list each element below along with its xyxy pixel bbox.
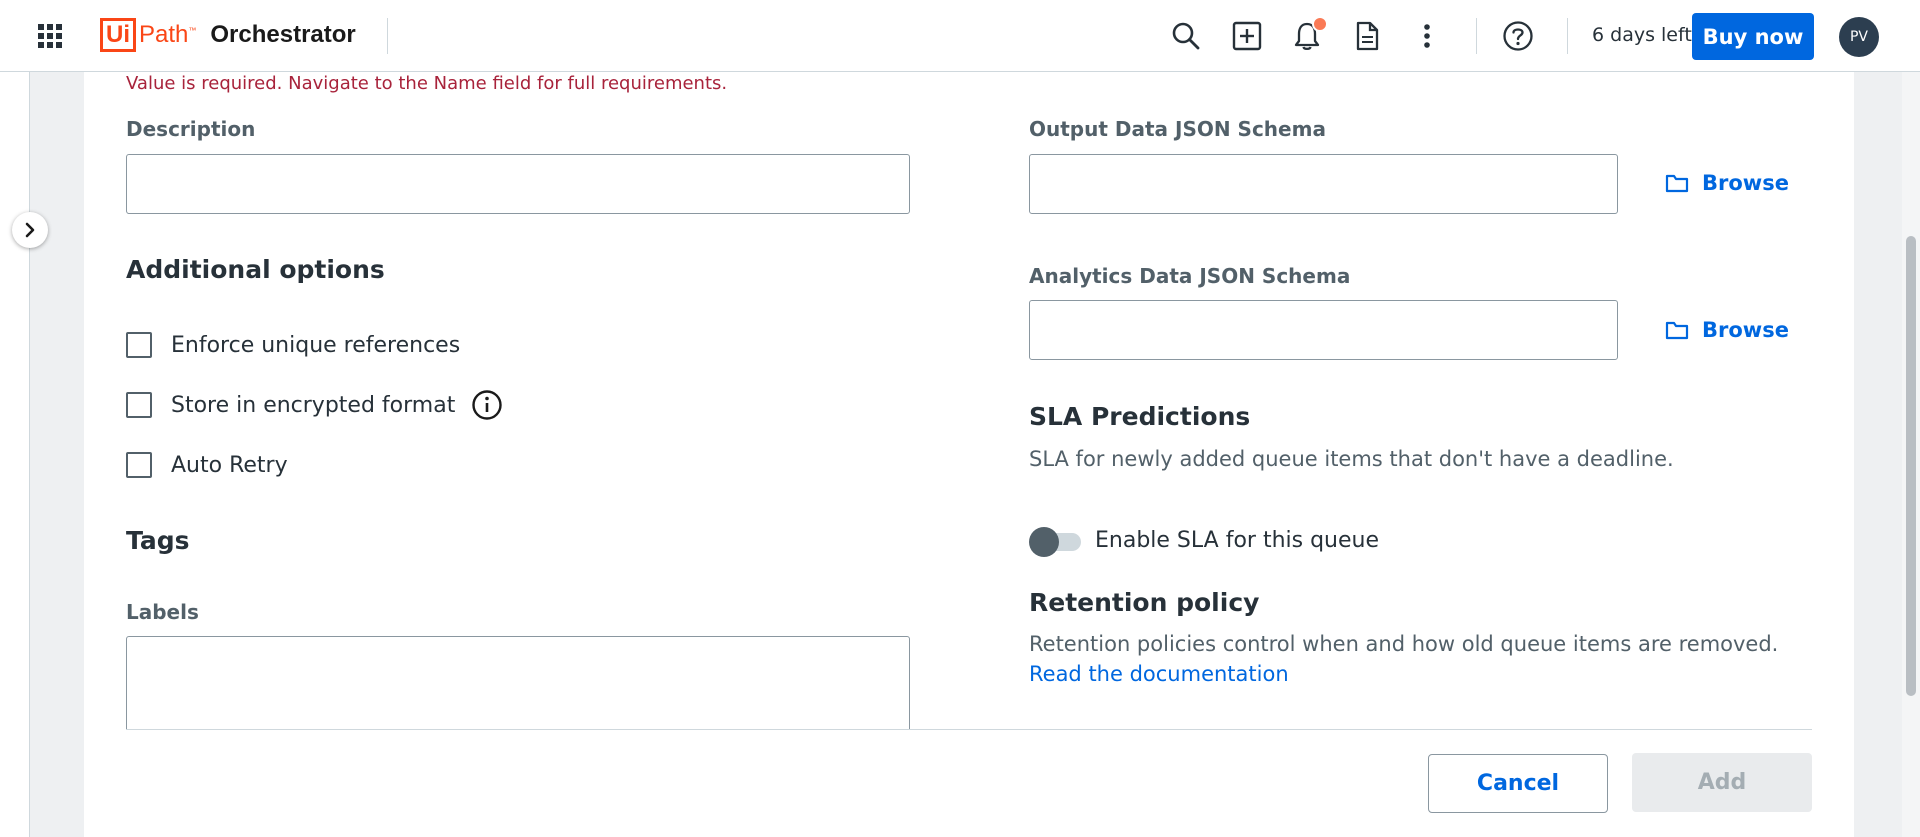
expand-sidebar-button[interactable] xyxy=(12,212,48,248)
footer-divider xyxy=(126,729,1812,730)
header-divider xyxy=(1567,18,1568,54)
description-input[interactable] xyxy=(126,154,910,214)
trial-days-left: 6 days left xyxy=(1592,24,1692,46)
analytics-schema-browse-button[interactable]: Browse xyxy=(1664,317,1789,343)
store-encrypted-checkbox[interactable]: Store in encrypted format xyxy=(126,390,503,420)
avatar[interactable]: PV xyxy=(1839,17,1879,57)
browse-label: Browse xyxy=(1702,318,1789,342)
product-name: Orchestrator xyxy=(210,21,356,48)
notification-dot xyxy=(1312,16,1328,32)
document-icon[interactable] xyxy=(1351,20,1383,52)
labels-label: Labels xyxy=(126,600,199,624)
tags-title: Tags xyxy=(126,526,190,555)
buy-now-button[interactable]: Buy now xyxy=(1692,13,1814,60)
retention-description: Retention policies control when and how … xyxy=(1029,632,1779,656)
checkbox-label: Auto Retry xyxy=(171,452,288,478)
top-header: Ui Path™ Orchestrator 6 days left Buy no… xyxy=(0,0,1920,72)
more-vertical-icon[interactable] xyxy=(1411,20,1443,52)
analytics-schema-label: Analytics Data JSON Schema xyxy=(1029,264,1351,288)
output-schema-input[interactable] xyxy=(1029,154,1618,214)
add-button: Add xyxy=(1632,753,1812,812)
output-schema-browse-button[interactable]: Browse xyxy=(1664,170,1789,196)
checkbox-label: Store in encrypted format xyxy=(171,392,456,418)
retention-policy-title: Retention policy xyxy=(1029,588,1260,617)
read-documentation-link[interactable]: Read the documentation xyxy=(1029,662,1289,686)
create-queue-panel: Value is required. Navigate to the Name … xyxy=(84,72,1854,837)
output-schema-label: Output Data JSON Schema xyxy=(1029,117,1326,141)
labels-input[interactable] xyxy=(126,636,910,729)
browse-label: Browse xyxy=(1702,171,1789,195)
page-scrollbar[interactable] xyxy=(1902,72,1920,837)
uipath-logo[interactable]: Ui Path™ Orchestrator xyxy=(100,17,356,53)
additional-options-title: Additional options xyxy=(126,255,385,284)
left-navigation-rail xyxy=(0,72,30,837)
toggle-thumb xyxy=(1029,527,1059,557)
name-field-error: Value is required. Navigate to the Name … xyxy=(126,73,728,94)
sla-predictions-title: SLA Predictions xyxy=(1029,402,1251,431)
checkbox-box[interactable] xyxy=(126,452,152,478)
checkbox-box[interactable] xyxy=(126,332,152,358)
cancel-button[interactable]: Cancel xyxy=(1428,754,1608,813)
sla-description: SLA for newly added queue items that don… xyxy=(1029,447,1674,471)
analytics-schema-input[interactable] xyxy=(1029,300,1618,360)
chevron-right-icon xyxy=(25,222,35,238)
enable-sla-label: Enable SLA for this queue xyxy=(1095,528,1380,553)
enforce-unique-references-checkbox[interactable]: Enforce unique references xyxy=(126,330,460,360)
folder-icon xyxy=(1665,321,1689,340)
checkbox-box[interactable] xyxy=(126,392,152,418)
search-icon[interactable] xyxy=(1170,20,1202,52)
form-scroll-area[interactable]: Value is required. Navigate to the Name … xyxy=(84,72,1854,729)
add-box-icon[interactable] xyxy=(1231,20,1263,52)
checkbox-label: Enforce unique references xyxy=(171,332,461,358)
logo-box: Ui xyxy=(100,18,136,52)
help-icon[interactable] xyxy=(1502,20,1534,52)
header-divider xyxy=(1476,18,1477,54)
header-divider xyxy=(387,18,388,54)
enable-sla-toggle[interactable] xyxy=(1029,527,1083,557)
apps-grid-icon[interactable] xyxy=(36,22,64,50)
auto-retry-checkbox[interactable]: Auto Retry xyxy=(126,450,288,480)
logo-path: Path™ xyxy=(139,21,197,48)
description-label: Description xyxy=(126,117,256,141)
info-icon[interactable] xyxy=(471,389,503,421)
scrollbar-thumb[interactable] xyxy=(1906,236,1916,696)
folder-icon xyxy=(1665,174,1689,193)
